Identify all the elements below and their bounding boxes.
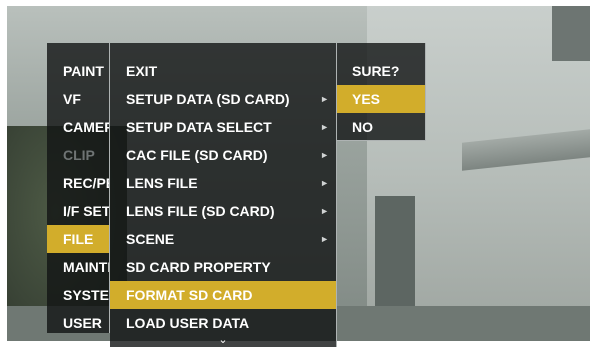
submenu-arrow-icon: ► (320, 234, 329, 244)
file-item-cac-file-sd-card[interactable]: CAC FILE (SD CARD) ► (110, 141, 336, 169)
main-menu-item-user[interactable]: USER (47, 309, 109, 337)
main-menu-item-rec-pb[interactable]: REC/PB (47, 169, 109, 197)
main-menu-item-if-setup[interactable]: I/F SETUP (47, 197, 109, 225)
file-item-exit[interactable]: EXIT (110, 57, 336, 85)
file-submenu-panel: EXIT SETUP DATA (SD CARD) ► SETUP DATA SE… (110, 43, 337, 347)
main-menu-item-maintenance[interactable]: MAINTENANCE (47, 253, 109, 281)
submenu-arrow-icon: ► (320, 94, 329, 104)
main-menu-item-vf[interactable]: VF (47, 85, 109, 113)
submenu-arrow-icon: ► (320, 122, 329, 132)
main-menu-item-clip: CLIP (63, 147, 95, 163)
submenu-arrow-icon: ► (320, 150, 329, 160)
file-item-lens-file[interactable]: LENS FILE ► (110, 169, 336, 197)
confirm-no-option[interactable]: NO (337, 113, 425, 141)
file-item-lens-file-sd-card[interactable]: LENS FILE (SD CARD) ► (110, 197, 336, 225)
main-menu-item-system[interactable]: SYSTEM (47, 281, 109, 309)
confirm-yes-option[interactable]: YES (337, 85, 425, 113)
submenu-arrow-icon: ► (320, 206, 329, 216)
file-item-format-sd-card[interactable]: FORMAT SD CARD (110, 281, 336, 309)
main-menu-panel: PAINT VF CAMERA CLIP REC/PB I/F SETUP FI… (47, 43, 110, 333)
confirm-prompt: SURE? (352, 63, 400, 79)
file-item-scene[interactable]: SCENE ► (110, 225, 336, 253)
submenu-arrow-icon: ► (320, 178, 329, 188)
scroll-down-chevron-icon[interactable]: ⌄ (110, 333, 336, 347)
confirm-panel: SURE? YES NO (337, 43, 426, 141)
file-item-setup-data-sd-card[interactable]: SETUP DATA (SD CARD) ► (110, 85, 336, 113)
main-menu-item-camera[interactable]: CAMERA (47, 113, 109, 141)
main-menu-item-paint[interactable]: PAINT (47, 57, 109, 85)
file-item-setup-data-select[interactable]: SETUP DATA SELECT ► (110, 113, 336, 141)
background-door (375, 196, 415, 316)
file-item-sd-card-property[interactable]: SD CARD PROPERTY (110, 253, 336, 281)
background-window (552, 6, 590, 61)
main-menu-item-file[interactable]: FILE (47, 225, 109, 253)
